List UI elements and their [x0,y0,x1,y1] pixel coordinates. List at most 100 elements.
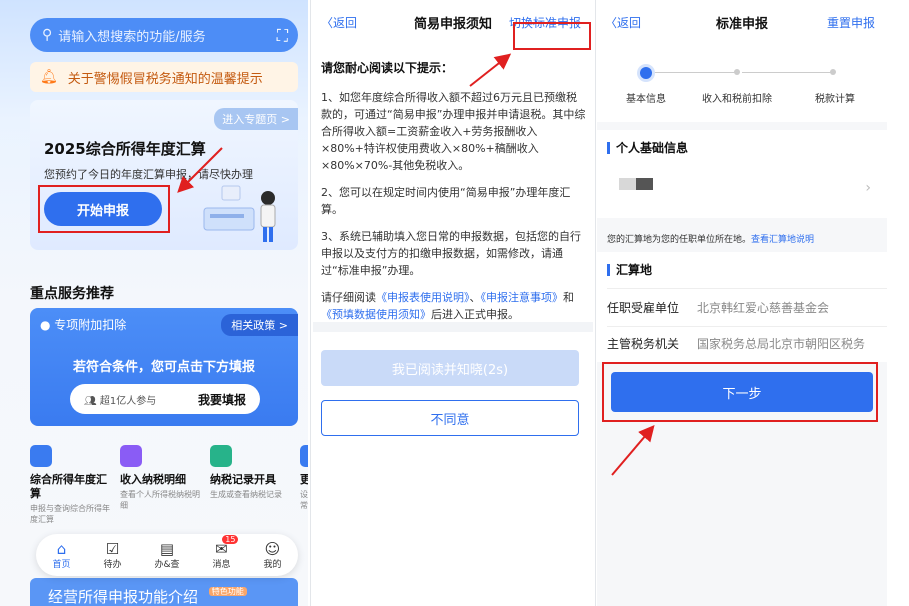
bottom-tab-bar: ⌂ 首页 ☑ 待办 ▤ 办&查 ✉ 15 消息 ☺ 我的 [36,534,298,576]
section-divider [313,322,593,332]
prefill-notice-link[interactable]: 《预填数据使用须知》 [321,308,431,321]
notice-heading: 请您耐心阅读以下提示： [321,61,454,75]
notice-item-1: 1、如您年度综合所得收入额不超过6万元且已预缴税款的，可通过“简易申报”办理申报… [321,91,586,172]
service-title: 收入纳税明细 [120,473,186,486]
nav-bar: 〈返回 标准申报 重置申报 [597,0,887,62]
special-deduction-header: ● 专项附加扣除 [40,318,127,332]
precautions-link[interactable]: 《申报注意事项》 [481,291,564,304]
service-income-detail[interactable]: 收入纳税明细 查看个人所得税纳税明细 [120,445,200,535]
more-icon [300,445,308,467]
service-tax-record[interactable]: 纳税记录开具 生成或查看纳税记录 [210,445,290,535]
form-instructions-link[interactable]: 《申报表使用说明》 [376,291,470,304]
enter-topic-link[interactable]: 进入专题页 > [214,108,298,130]
query-icon: ▤ [159,539,175,558]
disagree-button[interactable]: 不同意 [321,400,579,436]
employer-row[interactable]: 任职受雇单位 北京韩红爱心慈善基金会 [607,294,877,320]
service-title: 纳税记录开具 [210,473,276,486]
location-section-title: 汇算地 [607,264,652,276]
hero-illustration [203,185,276,242]
todo-icon: ☑ [105,539,120,558]
simple-declare-notice-panel: 〈返回 简易申报须知 切换标准申报 请您耐心阅读以下提示： 1、如您年度综合所得… [313,0,593,606]
service-desc: 设置在常用功 [300,490,308,510]
personal-section-title: 个人基础信息 [607,142,688,154]
row-divider [607,326,887,327]
step-dot [734,69,740,75]
related-policy-link[interactable]: 相关政策 > [221,314,298,336]
highlight-start-button [38,185,170,233]
step-dot [830,69,836,75]
home-icon: ⌂ [56,539,67,558]
notice-text: 请仔细阅读 [321,291,376,304]
notice-text: 、 [469,291,481,304]
tab-label: 我的 [263,559,282,570]
tab-message[interactable]: ✉ 15 消息 [212,534,239,570]
notice-text: 后进入正式申报。 [431,308,519,321]
panel-divider [310,0,311,606]
search-icon: ⚲ [42,27,53,43]
employer-label: 任职受雇单位 [607,300,680,315]
step-basic-info: 基本信息 [626,94,666,105]
progress-steps: 基本信息 收入和税前扣除 税款计算 [597,62,887,122]
tab-label: 待办 [103,559,122,570]
feature-tag: 特色功能 [208,587,247,596]
fill-button[interactable]: 我要填报 [198,391,246,408]
service-desc: 申报与查询综合所得年度汇算 [30,504,110,524]
scan-icon[interactable]: ⛶ [277,26,288,46]
tab-home[interactable]: ⌂ 首页 [52,541,70,570]
step-line [652,72,737,73]
hero-title: 2025综合所得年度汇算 [44,140,206,158]
notice-text: 关于警惕假冒税务通知的温馨提示 [67,71,263,87]
service-desc: 生成或查看纳税记录 [210,490,282,499]
special-message: 若符合条件，您可点击下方填报 [72,360,255,375]
personal-info-card[interactable]: 个人基础信息 › [597,130,887,218]
step-dot-active [640,67,652,79]
tab-label: 首页 [52,559,71,570]
location-explain-link[interactable]: 查看汇算地说明 [751,235,814,245]
step-line [742,72,832,73]
service-title: 更多I [300,473,308,486]
search-placeholder: 请输入想搜索的功能/服务 [58,29,206,45]
notice-item-3: 3、系统已辅助填入您日常的申报数据，包括您的自行申报以及支付方的扣缴申报数据，如… [321,230,581,277]
settlement-icon [30,445,52,467]
tab-profile[interactable]: ☺ 我的 [263,541,281,570]
reset-declare-button[interactable]: 重置申报 [827,14,875,31]
read-acknowledge-button[interactable]: 我已阅读并知晓(2s) [321,350,579,386]
home-panel: ⚲ 请输入想搜索的功能/服务 ⛶ 🔔︎ 关于警惕假冒税务通知的温馨提示 进入专题… [0,0,308,606]
profile-icon: ☺ [264,539,281,558]
avatar-group: 👥︎ 超1亿人参与 [84,395,157,407]
fill-report-pill[interactable]: 👥︎ 超1亿人参与 我要填报 [70,384,260,414]
highlight-switch-button [513,22,591,50]
authority-value: 国家税务总局北京市朝阳区税务 [697,336,866,351]
search-input[interactable]: ⚲ 请输入想搜索的功能/服务 ⛶ [30,18,298,52]
notice-text: 和 [563,291,574,304]
highlight-next-button [602,362,878,422]
tab-label: 消息 [212,559,231,570]
tab-todo[interactable]: ☑ 待办 [103,541,121,570]
section-title: 重点服务推荐 [30,286,114,302]
bell-icon: 🔔︎ [40,69,58,85]
panel-divider [595,0,596,606]
chevron-right-icon: › [865,180,871,196]
income-detail-icon [120,445,142,467]
service-desc: 查看个人所得税纳税明细 [120,490,200,510]
bottom-feature-banner[interactable]: 经营所得申报功能介绍 特色功能 [30,578,298,606]
masked-name [619,178,653,190]
notice-content: 请您耐心阅读以下提示： 1、如您年度综合所得收入额不超过6万元且已预缴税款的，可… [321,60,587,333]
service-title: 综合所得年度汇算 [30,473,107,500]
standard-declare-panel: 〈返回 标准申报 重置申报 基本信息 收入和税前扣除 税款计算 个人基础信息 ›… [597,0,887,606]
notice-banner[interactable]: 🔔︎ 关于警惕假冒税务通知的温馨提示 [30,62,298,92]
tax-record-icon [210,445,232,467]
settlement-location-card: 汇算地 任职受雇单位 北京韩红爱心慈善基金会 主管税务机关 国家税务总局北京市朝… [597,252,887,362]
authority-label: 主管税务机关 [607,336,680,351]
notice-item-2: 2、您可以在规定时间内使用“简易申报”办理年度汇算。 [321,186,571,216]
step-income-deduction: 收入和税前扣除 [702,94,772,105]
step-tax-calc: 税款计算 [815,94,855,105]
service-annual-settlement[interactable]: 综合所得年度汇算 申报与查询综合所得年度汇算 [30,445,110,535]
service-more[interactable]: 更多I 设置在常用功 [300,445,308,535]
tax-authority-row[interactable]: 主管税务机关 国家税务总局北京市朝阳区税务 [607,330,877,356]
notice-item-4: 请仔细阅读《申报表使用说明》、《申报注意事项》和《预填数据使用须知》后进入正式申… [321,289,587,323]
tab-label: 办&查 [154,559,180,570]
message-badge: 15 [222,534,239,544]
tab-query[interactable]: ▤ 办&查 [154,541,179,570]
location-note: 您的汇算地为您的任职单位所在地。查看汇算地说明 [607,232,814,245]
